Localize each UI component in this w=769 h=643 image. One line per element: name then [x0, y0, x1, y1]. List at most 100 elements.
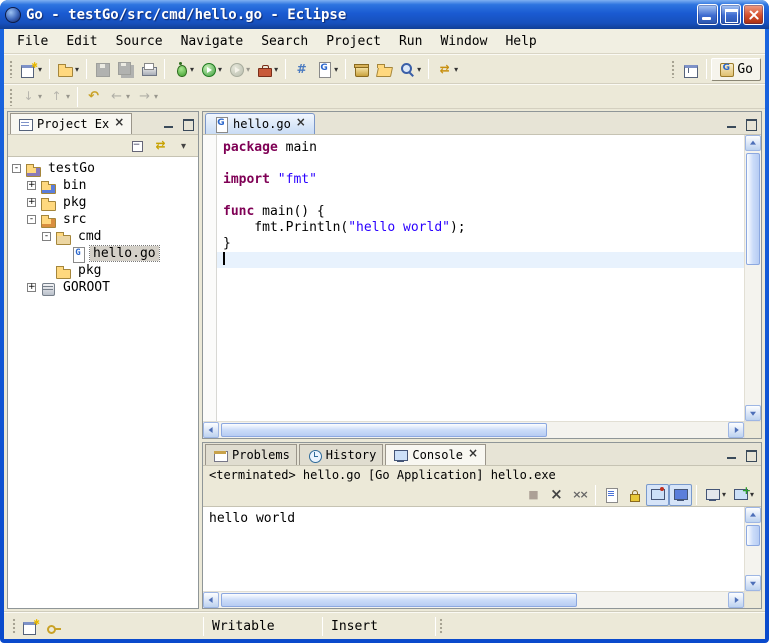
tree-row[interactable]: +GOROOT	[8, 279, 198, 296]
annotation-ruler[interactable]	[203, 135, 217, 421]
open-folder-button[interactable]	[373, 58, 396, 80]
console-horizontal-scrollbar[interactable]	[203, 591, 744, 608]
view-menu-button[interactable]	[172, 135, 195, 157]
code-line[interactable]: fmt.Println("hello world");	[217, 220, 744, 236]
tree-row[interactable]: -testGo	[8, 160, 198, 177]
code-line[interactable]: func main() {	[217, 204, 744, 220]
tree-row[interactable]: +pkg	[8, 194, 198, 211]
scroll-left-button[interactable]	[203, 592, 219, 608]
search-button[interactable]: ▾	[396, 58, 424, 80]
link-with-editor-button[interactable]	[149, 135, 172, 157]
toolbar-grip[interactable]	[9, 88, 13, 106]
scroll-up-button[interactable]	[745, 135, 761, 151]
tab-problems[interactable]: Problems	[205, 444, 297, 465]
save-all-button[interactable]	[114, 58, 137, 80]
tab-hello-go[interactable]: hello.go	[205, 113, 315, 134]
tree-expander[interactable]: +	[27, 198, 36, 207]
scroll-right-button[interactable]	[728, 422, 744, 438]
terminate-button[interactable]	[522, 484, 545, 506]
close-window-button[interactable]	[743, 4, 764, 25]
forward-button[interactable]: ▾	[133, 86, 161, 108]
code-area[interactable]: package mainimport "fmt"func main() { fm…	[217, 135, 744, 421]
minimize-view-button[interactable]	[161, 117, 177, 131]
menu-file[interactable]: File	[8, 32, 57, 51]
new-wizard-button[interactable]: ▾	[17, 58, 45, 80]
scroll-lock-button[interactable]	[623, 484, 646, 506]
scrollbar-track[interactable]	[219, 422, 728, 438]
new-go-project-button[interactable]: ▾	[54, 58, 82, 80]
maximize-window-button[interactable]	[720, 4, 741, 25]
run-button[interactable]: ▾	[197, 58, 225, 80]
show-console-on-output-button[interactable]	[669, 484, 692, 506]
previous-annotation-button[interactable]: ▾	[45, 86, 73, 108]
open-perspective-button[interactable]	[679, 58, 702, 80]
scrollbar-thumb[interactable]	[746, 525, 760, 546]
open-console-button[interactable]: ▾	[729, 484, 757, 506]
tree-row[interactable]: -src	[8, 211, 198, 228]
trim-grip[interactable]	[12, 618, 16, 634]
menu-project[interactable]: Project	[317, 32, 390, 51]
last-edit-location-button[interactable]	[82, 86, 105, 108]
open-toolbox-button[interactable]	[350, 58, 373, 80]
tab-console[interactable]: Console	[385, 444, 486, 465]
toolbar-grip[interactable]	[9, 60, 13, 78]
console-vertical-scrollbar[interactable]	[744, 507, 761, 591]
external-tools-button[interactable]: ▾	[253, 58, 281, 80]
code-line[interactable]	[217, 188, 744, 204]
go-perspective-button[interactable]: Go	[711, 58, 761, 81]
console-output[interactable]: hello world	[203, 507, 744, 591]
scrollbar-thumb[interactable]	[221, 423, 547, 437]
editor-horizontal-scrollbar[interactable]	[203, 421, 744, 438]
tree-expander[interactable]: +	[27, 181, 36, 190]
scroll-left-button[interactable]	[203, 422, 219, 438]
team-sync-button[interactable]: ▾	[433, 58, 461, 80]
code-line[interactable]: }	[217, 236, 744, 252]
menu-run[interactable]: Run	[390, 32, 431, 51]
maximize-view-button[interactable]	[180, 117, 196, 131]
scroll-down-button[interactable]	[745, 575, 761, 591]
perspective-bar-grip[interactable]	[671, 60, 675, 78]
code-line[interactable]: import "fmt"	[217, 172, 744, 188]
display-selected-console-button[interactable]: ▾	[701, 484, 729, 506]
tree-expander[interactable]: -	[42, 232, 51, 241]
pin-console-button[interactable]	[646, 484, 669, 506]
tree-row[interactable]: pkg	[8, 262, 198, 279]
close-icon[interactable]	[296, 119, 307, 130]
save-button[interactable]	[91, 58, 114, 80]
menu-window[interactable]: Window	[431, 32, 496, 51]
menu-source[interactable]: Source	[107, 32, 172, 51]
clear-console-button[interactable]	[600, 484, 623, 506]
tree-row[interactable]: hello.go	[8, 245, 198, 262]
scrollbar-track[interactable]	[219, 592, 728, 608]
menu-search[interactable]: Search	[252, 32, 317, 51]
menu-help[interactable]: Help	[496, 32, 545, 51]
tree-expander[interactable]: -	[27, 215, 36, 224]
scroll-down-button[interactable]	[745, 405, 761, 421]
title-bar[interactable]: Go - testGo/src/cmd/hello.go - Eclipse	[0, 0, 769, 29]
tab-project-explorer[interactable]: Project Ex	[10, 113, 132, 134]
new-go-package-button[interactable]	[290, 58, 313, 80]
fast-view-button[interactable]	[19, 616, 42, 637]
tree-row[interactable]: +bin	[8, 177, 198, 194]
next-annotation-button[interactable]: ▾	[17, 86, 45, 108]
close-icon[interactable]	[468, 450, 479, 461]
code-line[interactable]	[217, 252, 744, 268]
trim-grip[interactable]	[439, 618, 443, 634]
collapse-all-button[interactable]	[126, 135, 149, 157]
code-line[interactable]	[217, 156, 744, 172]
remove-all-terminated-button[interactable]	[568, 484, 591, 506]
scrollbar-thumb[interactable]	[746, 153, 760, 265]
tree-expander[interactable]: +	[27, 283, 36, 292]
scrollbar-track[interactable]	[745, 523, 761, 575]
maximize-editor-button[interactable]	[743, 117, 759, 131]
minimize-console-button[interactable]	[724, 448, 740, 462]
close-icon[interactable]	[114, 119, 125, 130]
tab-history[interactable]: History	[299, 444, 384, 465]
tree-expander[interactable]: -	[12, 164, 21, 173]
scrollbar-track[interactable]	[745, 151, 761, 405]
editor-vertical-scrollbar[interactable]	[744, 135, 761, 421]
key-button[interactable]	[42, 616, 65, 637]
maximize-console-button[interactable]	[743, 448, 759, 462]
coverage-button[interactable]: ▾	[225, 58, 253, 80]
tree-row[interactable]: -cmd	[8, 228, 198, 245]
